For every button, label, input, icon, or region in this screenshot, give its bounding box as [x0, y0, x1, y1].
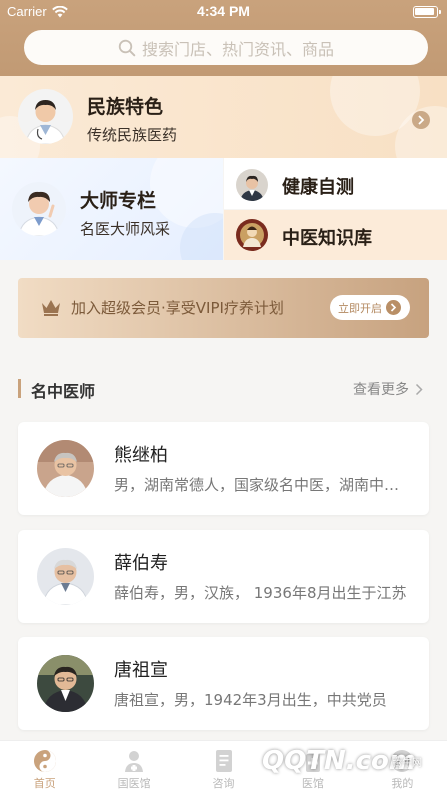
master-title: 大师专栏 [80, 190, 157, 212]
section-header: 名中医师 查看更多 [18, 377, 429, 401]
doctor-name: 薛伯寿 [114, 553, 168, 574]
section-accent-bar [18, 379, 21, 398]
knowledge-title: 中医知识库 [282, 228, 372, 249]
feature-self-test[interactable]: 健康自测 [224, 158, 447, 209]
search-placeholder: 搜索门店、热门资讯、商品 [141, 39, 334, 59]
tab-hall-label: 医馆 [301, 777, 324, 790]
app-screen: Carrier 4:34 PM 搜索门店、热门资讯、商品 民族特色 传统民族医药… [0, 0, 447, 794]
ethnic-doctor-avatar [18, 89, 73, 144]
arrow-right-icon [386, 300, 401, 315]
self-test-avatar [236, 169, 268, 201]
search-input[interactable]: 搜索门店、热门资讯、商品 [24, 30, 428, 65]
yin-yang-icon [33, 749, 57, 773]
chevron-right-icon [412, 111, 430, 129]
self-test-title: 健康自测 [282, 177, 354, 198]
tab-home[interactable]: 首页 [0, 741, 89, 794]
doctor-desc: 唐祖宣，男，1942年3月出生，中共党员 [114, 691, 387, 709]
vip-text: 加入超级会员·享受VIPI疗养计划 [71, 299, 284, 317]
doctor-card[interactable]: 熊继柏 男，湖南常德人，国家级名中医，湖南中医药大学教授 [18, 422, 429, 515]
status-bar: Carrier 4:34 PM [0, 0, 447, 24]
tab-clinic[interactable]: 国医馆 [89, 741, 178, 794]
vip-banner[interactable]: 加入超级会员·享受VIPI疗养计划 立即开启 [18, 278, 429, 338]
feature-master[interactable]: 大师专栏 名医大师风采 [0, 158, 223, 260]
crown-icon [42, 300, 60, 316]
doctor-desc: 薛伯寿，男，汉族， 1936年8月出生于江苏 [114, 584, 407, 602]
doctor-avatar [37, 440, 94, 497]
ethnic-subtitle: 传统民族医药 [87, 126, 178, 144]
view-more-label: 查看更多 [353, 382, 409, 398]
tab-clinic-label: 国医馆 [117, 777, 151, 790]
vip-button-label: 立即开启 [338, 301, 382, 315]
master-subtitle: 名医大师风采 [80, 220, 171, 238]
document-icon [212, 749, 236, 773]
search-icon [118, 39, 136, 56]
doctor-avatar [37, 655, 94, 712]
doctor-name: 熊继柏 [114, 445, 168, 466]
feature-ethnic[interactable]: 民族特色 传统民族医药 [0, 76, 447, 158]
tab-consult-label: 咨询 [212, 777, 235, 790]
doctor-card[interactable]: 唐祖宣 唐祖宣，男，1942年3月出生，中共党员 [18, 637, 429, 730]
doctor-desc: 男，湖南常德人，国家级名中医，湖南中医药大学教授 [114, 476, 409, 494]
watermark-site: 腾牛网 [392, 758, 422, 769]
chevron-right-icon [415, 383, 423, 395]
doctor-card[interactable]: 薛伯寿 薛伯寿，男，汉族， 1936年8月出生于江苏 [18, 530, 429, 623]
doctor-name: 唐祖宣 [114, 660, 168, 681]
ethnic-title: 民族特色 [87, 96, 164, 118]
master-doctor-avatar [12, 182, 66, 236]
doctor-avatar [37, 548, 94, 605]
tab-mine-label: 我的 [391, 777, 414, 790]
doctor-icon [122, 749, 146, 773]
battery-icon [413, 6, 441, 18]
section-title: 名中医师 [31, 382, 96, 401]
tab-home-label: 首页 [33, 777, 56, 790]
header: Carrier 4:34 PM 搜索门店、热门资讯、商品 [0, 0, 447, 76]
view-more-link[interactable]: 查看更多 [353, 379, 423, 399]
status-time: 4:34 PM [197, 3, 250, 19]
knowledge-avatar [236, 219, 268, 251]
feature-knowledge[interactable]: 中医知识库 [224, 210, 447, 260]
vip-open-button[interactable]: 立即开启 [330, 295, 410, 320]
tab-consult[interactable]: 咨询 [179, 741, 268, 794]
